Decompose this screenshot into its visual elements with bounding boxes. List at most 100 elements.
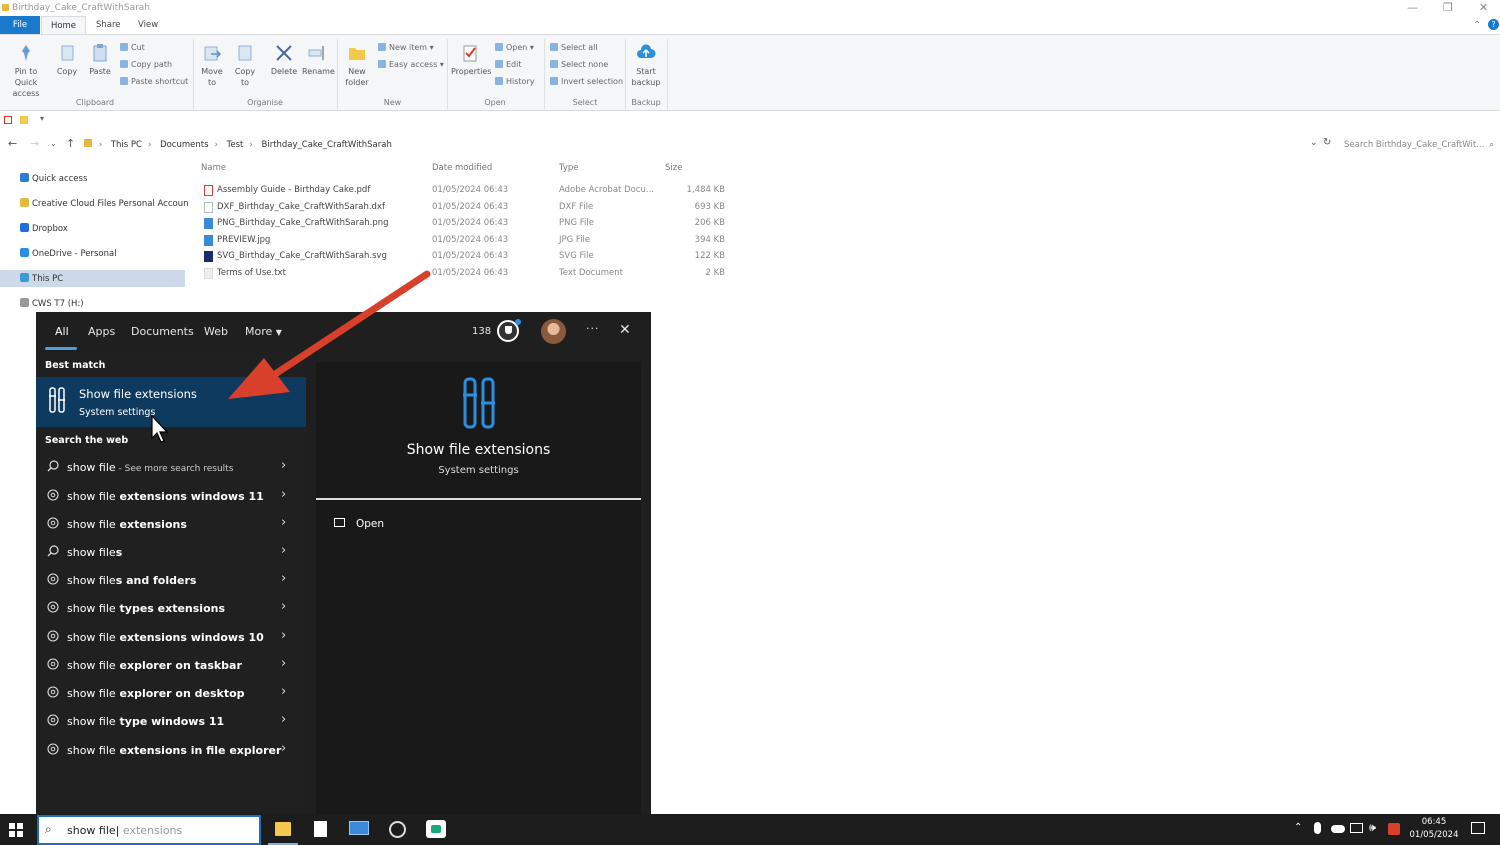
- new-item-button[interactable]: New item ▾: [378, 43, 434, 52]
- tab-documents[interactable]: Documents: [131, 325, 194, 338]
- forward-arrow-icon[interactable]: →: [30, 137, 39, 150]
- web-suggestion-item[interactable]: show file extensions windows 10 ›: [36, 624, 306, 652]
- web-suggestion-item[interactable]: show file types extensions ›: [36, 595, 306, 623]
- tray-app-icon[interactable]: [1388, 823, 1400, 835]
- tab-home[interactable]: Home: [41, 16, 86, 35]
- nav-item-cws-t7[interactable]: CWS T7 (H:): [20, 298, 84, 309]
- edit-button[interactable]: Edit: [495, 60, 522, 69]
- notepad-taskbar-icon[interactable]: [314, 821, 327, 837]
- new-folder-button[interactable]: New folder: [342, 43, 372, 88]
- tab-file[interactable]: File: [0, 16, 40, 34]
- history-button[interactable]: History: [495, 77, 534, 86]
- breadcrumb-this-pc[interactable]: This PC: [111, 140, 142, 150]
- tab-all[interactable]: All: [55, 325, 69, 338]
- breadcrumb[interactable]: › This PC › Documents › Test › Birthday_Cak…: [84, 137, 1314, 153]
- new-folder-qat-icon[interactable]: [20, 116, 28, 124]
- chevron-right-icon[interactable]: ›: [281, 656, 286, 671]
- properties-qat-icon[interactable]: [4, 116, 12, 124]
- minimize-button[interactable]: —: [1407, 1, 1418, 14]
- pin-quick-access-button[interactable]: Pin to Quick access: [3, 43, 49, 99]
- up-arrow-icon[interactable]: ↑: [66, 137, 75, 150]
- web-suggestion-item[interactable]: show files ›: [36, 539, 306, 567]
- microphone-icon[interactable]: [1314, 822, 1321, 834]
- restore-button[interactable]: ❐: [1443, 1, 1453, 14]
- web-suggestion-item[interactable]: show file explorer on taskbar ›: [36, 652, 306, 680]
- refresh-icon[interactable]: ↻: [1323, 137, 1331, 148]
- address-dropdown-icon[interactable]: ⌄: [1310, 138, 1318, 148]
- breadcrumb-test[interactable]: Test: [227, 140, 244, 150]
- chevron-right-icon[interactable]: ›: [281, 712, 286, 727]
- tab-share[interactable]: Share: [96, 20, 121, 30]
- web-suggestion-item[interactable]: show files and folders ›: [36, 567, 306, 595]
- open-button[interactable]: Open ▾: [495, 43, 534, 52]
- paste-shortcut-button[interactable]: Paste shortcut: [120, 77, 188, 86]
- clock-time[interactable]: 06:45: [1412, 817, 1456, 827]
- invert-selection-button[interactable]: Invert selection: [550, 77, 623, 86]
- chevron-right-icon[interactable]: ›: [281, 458, 286, 473]
- web-suggestion-item[interactable]: show file extensions windows 11 ›: [36, 483, 306, 511]
- nav-item-creative-cloud[interactable]: Creative Cloud Files Personal Accoun: [20, 198, 189, 209]
- windows-start-icon[interactable]: [9, 823, 23, 837]
- recent-locations-icon[interactable]: ⌄: [50, 139, 57, 148]
- explorer-search-input[interactable]: Search Birthday_Cake_CraftWit... ⌕: [1337, 137, 1497, 153]
- taskbar-search-input[interactable]: ⌕ show file| extensions: [37, 815, 261, 845]
- start-backup-button[interactable]: Start backup: [628, 43, 664, 88]
- tab-view[interactable]: View: [138, 20, 158, 30]
- rename-button[interactable]: Rename: [302, 43, 335, 77]
- tab-apps[interactable]: Apps: [88, 325, 115, 338]
- file-explorer-taskbar-icon[interactable]: [275, 822, 291, 836]
- copy-to-button[interactable]: Copy to: [231, 43, 259, 88]
- file-row[interactable]: PNG_Birthday_Cake_CraftWithSarah.png 01/…: [200, 216, 730, 232]
- file-row[interactable]: DXF_Birthday_Cake_CraftWithSarah.dxf 01/…: [200, 200, 730, 216]
- chevron-right-icon[interactable]: ›: [281, 543, 286, 558]
- move-to-button[interactable]: Move to: [198, 43, 226, 88]
- easy-access-button[interactable]: Easy access ▾: [378, 60, 444, 69]
- chevron-right-icon[interactable]: ›: [281, 741, 286, 756]
- nav-item-quick-access[interactable]: Quick access: [20, 173, 87, 184]
- file-row[interactable]: PREVIEW.jpg 01/05/2024 06:43 JPG File 39…: [200, 233, 730, 249]
- properties-button[interactable]: Properties: [451, 43, 491, 77]
- volume-icon[interactable]: 🕪: [1369, 821, 1376, 835]
- rewards-trophy-icon[interactable]: [497, 319, 521, 342]
- copy-button[interactable]: Copy: [55, 43, 79, 77]
- show-hidden-icons-icon[interactable]: ⌃: [1294, 822, 1302, 833]
- cricut-taskbar-icon[interactable]: [426, 820, 446, 838]
- column-header-size[interactable]: Size: [665, 163, 682, 173]
- help-icon[interactable]: ?: [1488, 19, 1499, 30]
- column-header-type[interactable]: Type: [559, 163, 579, 173]
- chevron-right-icon[interactable]: ›: [281, 684, 286, 699]
- web-suggestion-item[interactable]: show file extensions ›: [36, 511, 306, 539]
- chevron-right-icon[interactable]: ›: [281, 599, 286, 614]
- close-icon[interactable]: ✕: [619, 322, 631, 338]
- open-action[interactable]: Open: [332, 514, 452, 536]
- cut-button[interactable]: Cut: [120, 43, 145, 52]
- file-row[interactable]: SVG_Birthday_Cake_CraftWithSarah.svg 01/…: [200, 249, 730, 265]
- column-header-date[interactable]: Date modified: [432, 163, 492, 173]
- column-header-name[interactable]: Name: [201, 163, 226, 173]
- chrome-taskbar-icon[interactable]: [389, 821, 406, 838]
- file-row[interactable]: Assembly Guide - Birthday Cake.pdf 01/05…: [200, 183, 730, 199]
- nav-item-this-pc[interactable]: This PC: [20, 273, 63, 284]
- web-suggestion-item[interactable]: show file type windows 11 ›: [36, 708, 306, 736]
- close-window-button[interactable]: ✕: [1479, 1, 1488, 14]
- chevron-right-icon[interactable]: ›: [281, 571, 286, 586]
- chevron-right-icon[interactable]: ›: [281, 487, 286, 502]
- nav-item-dropbox[interactable]: Dropbox: [20, 223, 68, 234]
- web-suggestion-item[interactable]: show file explorer on desktop ›: [36, 680, 306, 708]
- breadcrumb-current-folder[interactable]: Birthday_Cake_CraftWithSarah: [262, 140, 392, 150]
- breadcrumb-documents[interactable]: Documents: [160, 140, 208, 150]
- web-suggestion-item[interactable]: show file - See more search results ›: [36, 454, 306, 482]
- user-avatar[interactable]: [541, 319, 566, 344]
- more-options-icon[interactable]: ···: [586, 322, 600, 335]
- back-arrow-icon[interactable]: ←: [8, 137, 17, 150]
- copy-path-button[interactable]: Copy path: [120, 60, 172, 69]
- collapse-ribbon-icon[interactable]: ⌃: [1473, 20, 1481, 31]
- paste-button[interactable]: Paste: [86, 43, 114, 77]
- nav-item-onedrive[interactable]: OneDrive - Personal: [20, 248, 117, 259]
- select-all-button[interactable]: Select all: [550, 43, 598, 52]
- web-suggestion-item[interactable]: show file extensions in file explorer ›: [36, 737, 306, 765]
- onedrive-tray-icon[interactable]: [1331, 825, 1345, 833]
- chevron-right-icon[interactable]: ›: [281, 628, 286, 643]
- qat-dropdown-icon[interactable]: ▾: [40, 114, 44, 123]
- delete-button[interactable]: Delete: [270, 43, 298, 77]
